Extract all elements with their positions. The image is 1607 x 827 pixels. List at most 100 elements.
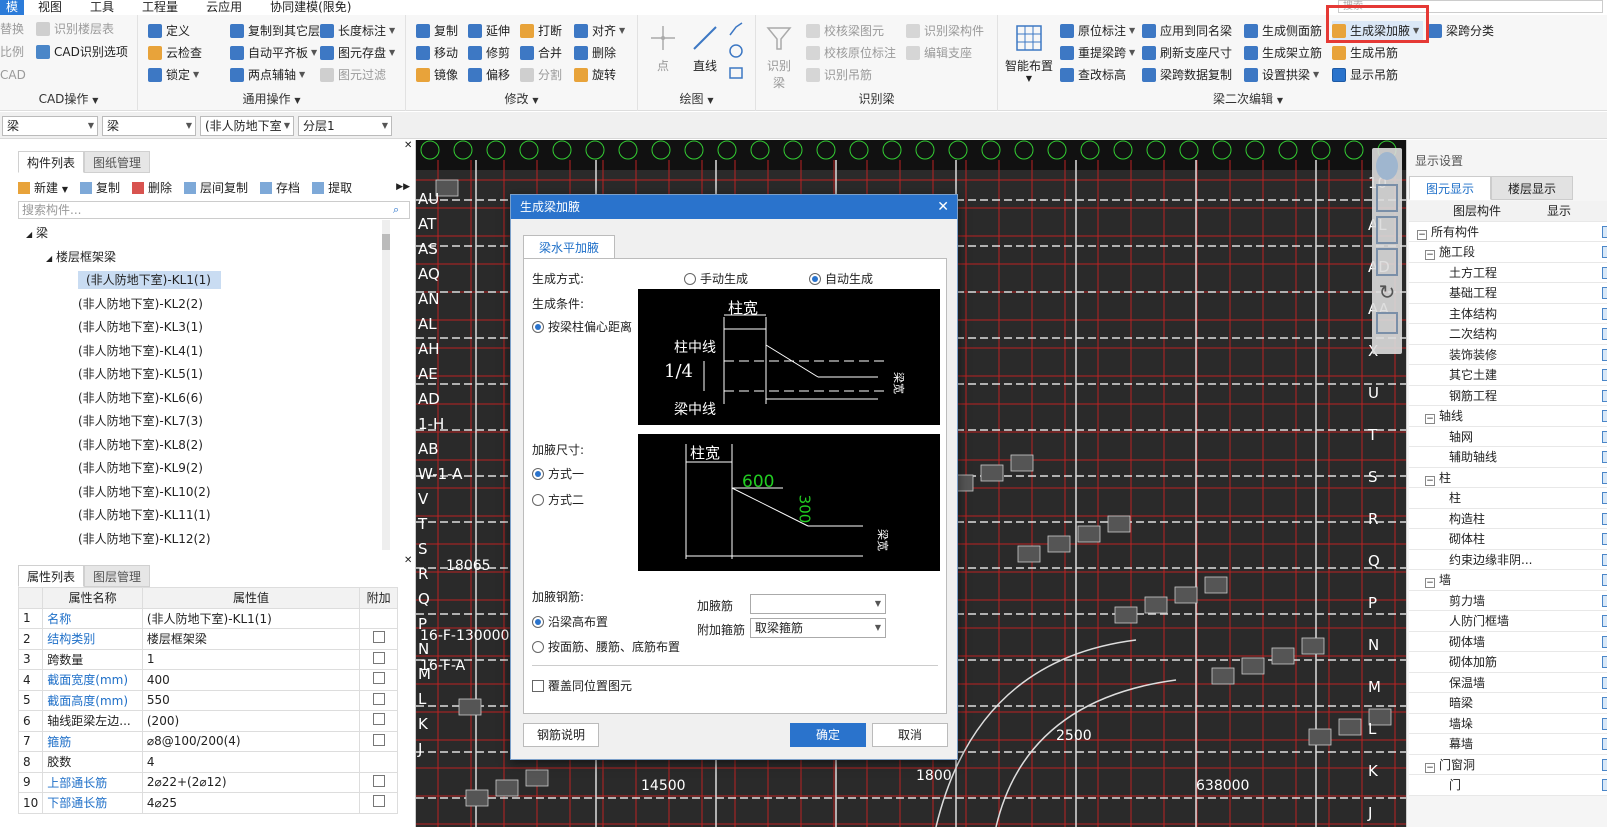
collapse-icon[interactable]: −: [1425, 475, 1435, 486]
gen-stand-rebar-button[interactable]: 生成架立筋: [1244, 43, 1322, 63]
recognize-beam-button[interactable]: 识别梁: [762, 23, 796, 91]
checkbox-icon[interactable]: [1602, 738, 1607, 750]
cube-front-icon[interactable]: [1376, 216, 1398, 244]
checkbox-icon[interactable]: [1602, 676, 1607, 689]
layer-row[interactable]: 门: [1409, 775, 1607, 796]
component-subtype-select[interactable]: 梁 ▼: [102, 116, 196, 136]
layer-select[interactable]: 分层1 ▼: [298, 116, 392, 136]
check-beam-element-button[interactable]: 校核梁图元: [806, 21, 884, 41]
checkbox-icon[interactable]: [1602, 512, 1607, 525]
element-filter-button[interactable]: 图元过滤: [320, 65, 386, 85]
checkbox-icon[interactable]: [1602, 533, 1607, 545]
auto-flat-slab-button[interactable]: 自动平齐板 ▼: [230, 43, 317, 63]
delete-button[interactable]: 删除: [132, 179, 172, 196]
menu-item-model[interactable]: 模: [0, 0, 25, 15]
check-elevation-button[interactable]: 查改标高: [1060, 65, 1126, 85]
line-button[interactable]: 直线: [690, 23, 720, 74]
original-dim-button[interactable]: 原位标注 ▼: [1060, 21, 1135, 41]
cad-recognize-options-button[interactable]: CAD识别选项: [36, 42, 128, 62]
checkbox-icon[interactable]: [1602, 348, 1607, 361]
prop-value[interactable]: ⌀8@100/200(4): [141, 730, 361, 752]
checkbox-icon[interactable]: [1602, 635, 1607, 648]
checkbox-icon[interactable]: [1602, 758, 1607, 771]
copy-span-data-button[interactable]: 梁跨数据复制: [1142, 65, 1232, 85]
checkbox-icon[interactable]: [1602, 328, 1607, 340]
checkbox-icon[interactable]: [1602, 492, 1607, 504]
tab-floor-display[interactable]: 楼层显示: [1491, 176, 1573, 200]
replace-button[interactable]: 替换: [0, 19, 24, 39]
property-row[interactable]: 4 截面宽度(mm) 400: [17, 669, 398, 691]
layer-row[interactable]: 装饰装修: [1409, 344, 1607, 365]
move-button[interactable]: 移动: [416, 43, 458, 63]
tree-item[interactable]: (非人防地下室)-KL9(2): [18, 457, 400, 481]
circle-icon[interactable]: [728, 43, 744, 59]
ok-button[interactable]: 确定: [790, 723, 866, 747]
tab-element-display[interactable]: 图元显示: [1409, 176, 1491, 200]
checkbox-icon[interactable]: [1602, 430, 1607, 443]
rotate-button[interactable]: 旋转: [574, 65, 616, 85]
layer-row[interactable]: − 施工段: [1409, 242, 1607, 263]
manual-radio[interactable]: 手动生成: [684, 270, 748, 287]
layer-row[interactable]: 构造柱: [1409, 508, 1607, 529]
gen-hanger-button[interactable]: 生成吊筋: [1332, 43, 1398, 63]
prop-value[interactable]: 400: [141, 669, 361, 691]
property-row[interactable]: 9 上部通长筋 2⌀22+(2⌀12): [17, 771, 398, 793]
checkbox-icon[interactable]: [1602, 369, 1607, 381]
recognize-beam-component-button[interactable]: 识别梁构件: [906, 21, 984, 41]
copy-button[interactable]: 复制: [80, 179, 120, 196]
merge-button[interactable]: 合并: [520, 43, 562, 63]
scrollbar-thumb[interactable]: [382, 234, 390, 250]
length-dimension-button[interactable]: 长度标注 ▼: [320, 21, 395, 41]
delete-button[interactable]: 删除: [574, 43, 616, 63]
layer-row[interactable]: 钢筋工程: [1409, 385, 1607, 406]
cad-button[interactable]: CAD: [0, 65, 26, 85]
method1-radio[interactable]: 方式一: [532, 465, 584, 482]
prop-value[interactable]: 4: [141, 751, 361, 773]
close-icon[interactable]: ✕: [937, 195, 949, 219]
define-button[interactable]: 定义: [148, 21, 190, 41]
property-row[interactable]: 8 胶数 4: [17, 751, 398, 773]
copy-to-other-floor-button[interactable]: 复制到其它层▼: [230, 21, 329, 41]
component-name-select[interactable]: (非人防地下室 ▼: [200, 116, 294, 136]
checkbox-icon[interactable]: [372, 795, 385, 808]
property-row[interactable]: 7 箍筋 ⌀8@100/200(4): [17, 730, 398, 752]
by-offset-radio[interactable]: 按梁柱偏心距离: [532, 318, 632, 335]
checkbox-icon[interactable]: [372, 692, 385, 705]
checkbox-icon[interactable]: [1602, 266, 1607, 279]
checkbox-icon[interactable]: [1602, 553, 1607, 566]
prop-value[interactable]: 2⌀22+(2⌀12): [141, 771, 361, 793]
cube-3d-icon[interactable]: [1376, 184, 1398, 212]
edit-support-button[interactable]: 编辑支座: [906, 43, 972, 63]
cube-iso-icon[interactable]: [1376, 248, 1398, 276]
layer-row[interactable]: − 墙: [1409, 570, 1607, 591]
checkbox-icon[interactable]: [1602, 389, 1607, 402]
two-point-axis-button[interactable]: 两点辅轴 ▼: [230, 65, 305, 85]
layer-row[interactable]: 保温墙: [1409, 672, 1607, 693]
recognize-floor-table-button[interactable]: 识别楼层表: [36, 19, 114, 39]
more-icon[interactable]: ▶▶: [396, 182, 410, 192]
layer-row[interactable]: 墙垛: [1409, 713, 1607, 734]
checkbox-icon[interactable]: [1602, 697, 1607, 709]
property-row[interactable]: 10 下部通长筋 4⌀25: [17, 792, 398, 814]
checkbox-icon[interactable]: [1602, 717, 1607, 730]
layer-row[interactable]: 基础工程: [1409, 283, 1607, 304]
tab-drawing-mgmt[interactable]: 图纸管理: [84, 151, 151, 173]
prop-value[interactable]: (200): [141, 710, 361, 732]
collapse-icon[interactable]: −: [1425, 250, 1435, 260]
layer-row[interactable]: 砌体柱: [1409, 529, 1607, 550]
collapse-icon[interactable]: −: [1425, 762, 1435, 773]
close-icon[interactable]: ✕: [404, 140, 412, 151]
tab-layer-mgmt[interactable]: 图层管理: [84, 565, 151, 587]
collapse-icon[interactable]: −: [1425, 414, 1435, 424]
re-extract-span-button[interactable]: 重提梁跨 ▼: [1060, 43, 1135, 63]
cloud-check-button[interactable]: 云检查: [148, 43, 202, 63]
prop-value[interactable]: (非人防地下室)-KL1(1): [141, 607, 361, 629]
checkbox-icon[interactable]: [1602, 287, 1607, 299]
component-search-input[interactable]: 搜索构件...: [18, 201, 410, 219]
by-face-rebar-radio[interactable]: 按面筋、腰筋、底筋布置: [532, 638, 680, 655]
menu-item-cloud[interactable]: 云应用: [192, 0, 256, 15]
rotate-view-icon[interactable]: ↻: [1376, 280, 1398, 308]
checkbox-icon[interactable]: [372, 672, 385, 685]
tree-item[interactable]: (非人防地下室)-KL6(6): [18, 387, 400, 411]
checkbox-icon[interactable]: [372, 774, 385, 787]
